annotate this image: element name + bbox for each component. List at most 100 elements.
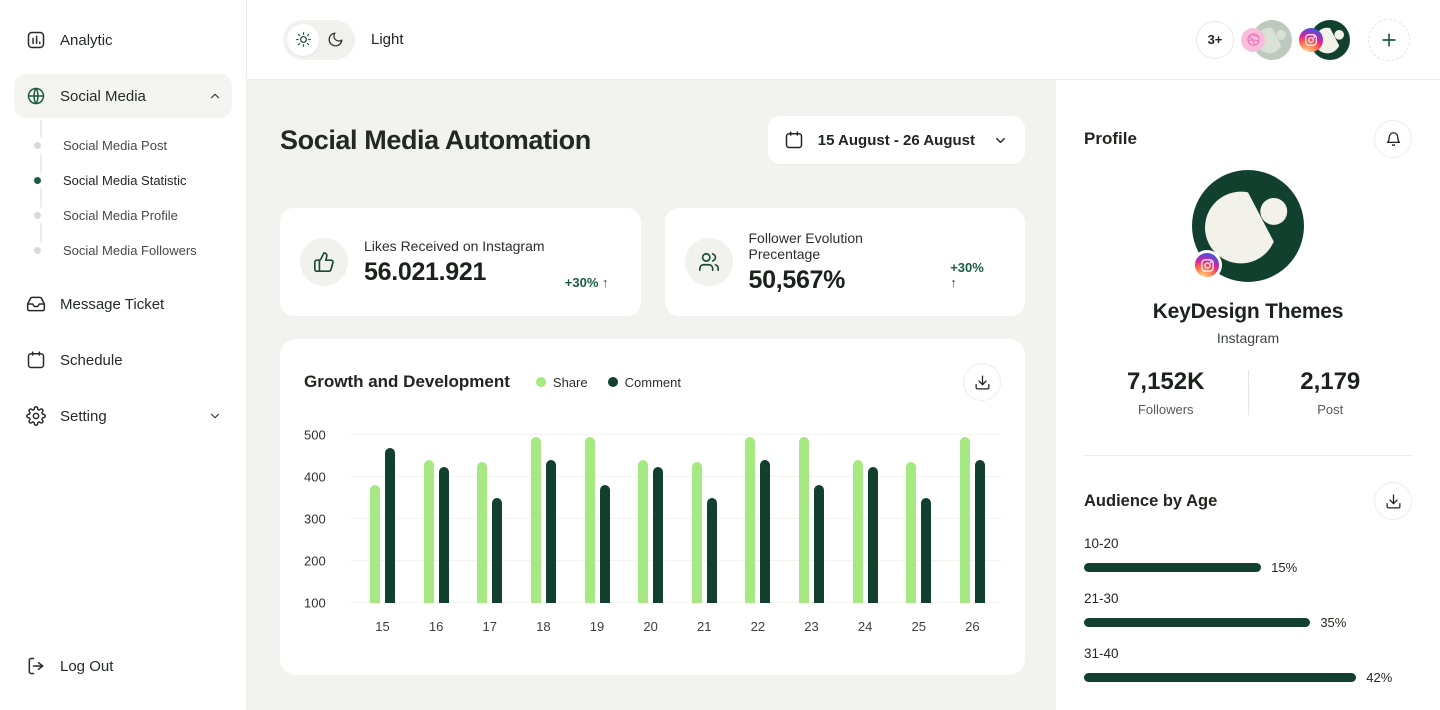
posts-value: 2,179 bbox=[1249, 368, 1413, 396]
dribbble-badge-icon bbox=[1241, 28, 1265, 52]
subitem-label: Social Media Profile bbox=[63, 208, 178, 223]
audience-row-31-40: 31-40 42% bbox=[1084, 646, 1412, 685]
stat-label: Likes Received on Instagram bbox=[364, 238, 545, 254]
x-tick-label: 19 bbox=[585, 619, 610, 634]
x-tick-label: 15 bbox=[370, 619, 395, 634]
stat-label: Follower Evolution Precentage bbox=[749, 230, 935, 262]
stat-card-followers: Follower Evolution Precentage 50,567% +3… bbox=[665, 208, 1026, 316]
add-account-button[interactable] bbox=[1368, 19, 1410, 61]
logout-button[interactable]: Log Out bbox=[14, 644, 232, 688]
bar-comment-19 bbox=[600, 485, 610, 603]
x-axis: 151617181920212223242526 bbox=[350, 619, 1001, 634]
divider bbox=[1084, 455, 1412, 456]
sidebar-item-label: Setting bbox=[60, 408, 107, 425]
download-audience-button[interactable] bbox=[1374, 482, 1412, 520]
bar-comment-25 bbox=[921, 498, 931, 603]
y-tick-label: 200 bbox=[304, 554, 326, 569]
bar-group-16 bbox=[424, 460, 449, 603]
legend-item-share: Share bbox=[536, 375, 588, 390]
profile-avatar[interactable] bbox=[1192, 170, 1304, 282]
x-tick-label: 17 bbox=[477, 619, 502, 634]
sidebar-subitem-profile[interactable]: Social Media Profile bbox=[14, 198, 232, 233]
bar-group-18 bbox=[531, 437, 556, 603]
followers-stat: 7,152K Followers bbox=[1084, 368, 1248, 417]
stat-delta: +30% ↑ bbox=[565, 275, 609, 294]
sidebar-subitem-post[interactable]: Social Media Post bbox=[14, 128, 232, 163]
posts-stat: 2,179 Post bbox=[1249, 368, 1413, 417]
inbox-icon bbox=[26, 294, 46, 314]
sidebar-subnav: Social Media Post Social Media Statistic… bbox=[14, 118, 232, 282]
calendar-icon bbox=[26, 350, 46, 370]
x-tick-label: 24 bbox=[853, 619, 878, 634]
bar-group-15 bbox=[370, 448, 395, 603]
profile-heading: Profile bbox=[1084, 129, 1137, 149]
bar-group-19 bbox=[585, 437, 610, 603]
sidebar-item-social-media[interactable]: Social Media bbox=[14, 74, 232, 118]
bar-share-17 bbox=[477, 462, 487, 603]
bar-group-24 bbox=[853, 460, 878, 603]
topbar: Light 3+ bbox=[247, 0, 1440, 80]
audience-bar bbox=[1084, 673, 1356, 682]
followers-value: 7,152K bbox=[1084, 368, 1248, 396]
sidebar-item-label: Schedule bbox=[60, 352, 123, 369]
page-title: Social Media Automation bbox=[280, 125, 591, 156]
followers-label: Followers bbox=[1084, 402, 1248, 417]
legend-dot-icon bbox=[536, 377, 546, 387]
bar-comment-24 bbox=[868, 467, 878, 604]
sidebar-item-schedule[interactable]: Schedule bbox=[14, 338, 232, 382]
theme-label: Light bbox=[371, 31, 404, 48]
sidebar-subitem-statistic[interactable]: Social Media Statistic bbox=[14, 163, 232, 198]
date-range-picker[interactable]: 15 August - 26 August bbox=[768, 116, 1025, 164]
logout-label: Log Out bbox=[60, 658, 113, 675]
sidebar-item-label: Social Media bbox=[60, 88, 146, 105]
bar-comment-23 bbox=[814, 485, 824, 603]
sidebar: Analytic Social Media Social Media Post … bbox=[0, 0, 247, 710]
profile-panel: Profile KeyDesign Themes bbox=[1056, 80, 1440, 710]
sun-icon[interactable] bbox=[287, 24, 319, 56]
stat-delta: +30% ↑ bbox=[950, 260, 993, 294]
chevron-down-icon bbox=[208, 409, 222, 423]
brand-keydesign-avatar[interactable] bbox=[1310, 20, 1350, 60]
x-tick-label: 23 bbox=[799, 619, 824, 634]
main-content: Social Media Automation 15 August - 26 A… bbox=[247, 80, 1056, 710]
bar-comment-21 bbox=[707, 498, 717, 603]
globe-icon bbox=[26, 86, 46, 106]
audience-row-10-20: 10-20 15% bbox=[1084, 536, 1412, 575]
legend-label: Comment bbox=[625, 375, 681, 390]
subitem-label: Social Media Followers bbox=[63, 243, 197, 258]
overflow-count-badge[interactable]: 3+ bbox=[1196, 21, 1234, 59]
instagram-badge-icon bbox=[1192, 250, 1222, 280]
bar-group-22 bbox=[745, 437, 770, 603]
sidebar-item-label: Message Ticket bbox=[60, 296, 164, 313]
sidebar-item-message-ticket[interactable]: Message Ticket bbox=[14, 282, 232, 326]
plot-area bbox=[350, 435, 1001, 603]
audience-bar bbox=[1084, 618, 1310, 627]
x-tick-label: 18 bbox=[531, 619, 556, 634]
bar-share-22 bbox=[745, 437, 755, 603]
chevron-up-icon bbox=[208, 89, 222, 103]
audience-percent: 35% bbox=[1320, 615, 1346, 630]
audience-label: 31-40 bbox=[1084, 646, 1412, 661]
muted-keydesign-avatar[interactable] bbox=[1252, 20, 1292, 60]
calendar-icon bbox=[784, 130, 804, 150]
theme-toggle[interactable] bbox=[283, 20, 355, 60]
bar-comment-22 bbox=[760, 460, 770, 603]
moon-icon[interactable] bbox=[319, 24, 351, 56]
gear-icon bbox=[26, 406, 46, 426]
download-chart-button[interactable] bbox=[963, 363, 1001, 401]
audience-label: 21-30 bbox=[1084, 591, 1412, 606]
chart-title: Growth and Development bbox=[304, 372, 510, 392]
x-tick-label: 16 bbox=[424, 619, 449, 634]
bar-share-16 bbox=[424, 460, 434, 603]
sidebar-subitem-followers[interactable]: Social Media Followers bbox=[14, 233, 232, 268]
notifications-bell-button[interactable] bbox=[1374, 120, 1412, 158]
stat-value: 50,567% bbox=[749, 266, 935, 295]
x-tick-label: 22 bbox=[745, 619, 770, 634]
chart-legend: Share Comment bbox=[536, 375, 681, 390]
sidebar-item-setting[interactable]: Setting bbox=[14, 394, 232, 438]
sidebar-item-analytic[interactable]: Analytic bbox=[14, 18, 232, 62]
audience-heading: Audience by Age bbox=[1084, 492, 1217, 511]
profile-platform: Instagram bbox=[1084, 330, 1412, 346]
app-root: Analytic Social Media Social Media Post … bbox=[0, 0, 1440, 710]
bar-share-15 bbox=[370, 485, 380, 603]
